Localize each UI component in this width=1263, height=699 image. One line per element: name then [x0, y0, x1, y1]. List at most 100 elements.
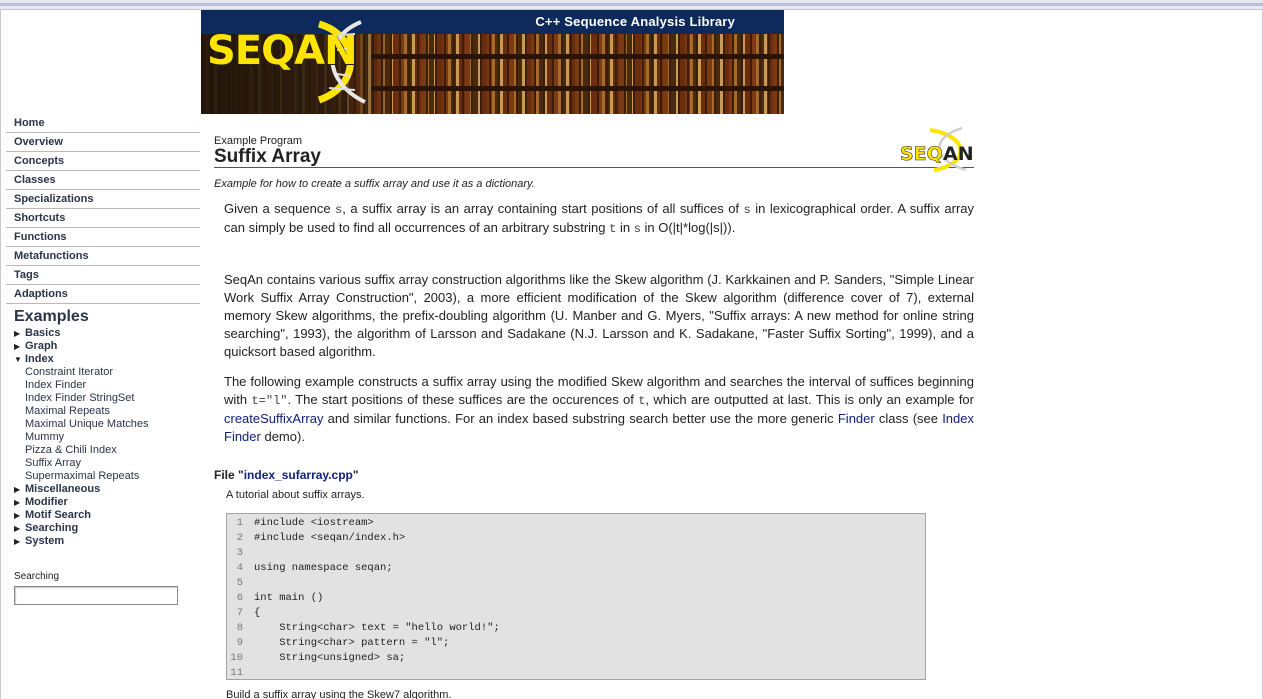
tree-item-label: Searching — [25, 522, 79, 534]
tree-item-label: Basics — [25, 327, 61, 339]
nav-item-home[interactable]: Home — [6, 114, 200, 133]
code-text: { — [254, 607, 261, 619]
tree-item-basics[interactable]: ▶ Basics — [6, 327, 200, 340]
search-label: Searching — [14, 571, 60, 582]
code-inline: s — [743, 203, 751, 217]
text: class (see — [874, 411, 943, 426]
file-description: A tutorial about suffix arrays. — [226, 489, 365, 501]
tree-item-label: Motif Search — [25, 509, 92, 521]
triangle-right-icon: ▶ — [14, 511, 21, 520]
browser-top-strip — [0, 0, 1263, 10]
main-content: Example Program Suffix Array SEQ AN Exam… — [214, 124, 974, 699]
triangle-right-icon: ▶ — [14, 524, 21, 533]
example-link-supermaximal-repeats[interactable]: Supermaximal Repeats — [6, 470, 200, 483]
nav-item-functions[interactable]: Functions — [6, 228, 200, 247]
code-text: String<unsigned> sa; — [254, 652, 406, 664]
tree-item-system[interactable]: ▶ System — [6, 535, 200, 548]
line-number: 7 — [236, 607, 243, 619]
tree-item-label: Index — [25, 353, 54, 365]
code-listing: 1 #include <iostream> 2 #include <seqan/ind… — [226, 513, 926, 680]
nav-item-tags[interactable]: Tags — [6, 266, 200, 285]
example-link-maximal-repeats[interactable]: Maximal Repeats — [6, 405, 200, 418]
primary-nav: Home Overview Concepts Classes Specializatio… — [6, 114, 200, 304]
code-text: #include <iostream> — [254, 517, 374, 529]
text: in — [616, 220, 634, 235]
code-line: 10 String<unsigned> sa; — [227, 651, 925, 666]
tree-item-searching[interactable]: ▶ Searching — [6, 522, 200, 535]
triangle-right-icon: ▶ — [14, 329, 21, 338]
example-link-suffix-array[interactable]: Suffix Array — [6, 457, 200, 470]
line-number: 9 — [236, 637, 243, 649]
tree-item-label: Modifier — [25, 496, 68, 508]
code-text: String<char> pattern = "l"; — [254, 637, 450, 649]
text: Given a sequence — [224, 201, 336, 216]
logo-text-an: AN — [294, 28, 357, 74]
triangle-right-icon: ▶ — [14, 498, 21, 507]
nav-item-overview[interactable]: Overview — [6, 133, 200, 152]
seqan-logo[interactable]: SEQAN — [207, 28, 358, 74]
example-link-constraint-iterator[interactable]: Constraint Iterator — [6, 366, 200, 379]
code-text: int main () — [254, 592, 324, 604]
code-line: 7{ — [227, 606, 925, 621]
line-number: 1 — [236, 517, 243, 529]
small-logo-text-an: AN — [943, 143, 974, 165]
triangle-down-icon: ▼ — [14, 355, 22, 364]
search-input[interactable] — [14, 586, 178, 605]
example-link-pizza-chili-index[interactable]: Pizza & Chili Index — [6, 444, 200, 457]
nav-item-classes[interactable]: Classes — [6, 171, 200, 190]
logo-text-seq: SEQ — [207, 28, 295, 74]
text: , which are outputted at last. This is o… — [645, 392, 974, 407]
tree-item-modifier[interactable]: ▶ Modifier — [6, 496, 200, 509]
code-caption: Build a suffix array using the Skew7 alg… — [226, 689, 452, 699]
paragraph-algorithms: SeqAn contains various suffix array cons… — [224, 272, 974, 359]
tree-item-label: Graph — [25, 340, 58, 352]
paragraph-intro: Given a sequence s, a suffix array is an… — [224, 200, 974, 238]
shelf-line — [371, 54, 784, 59]
nav-item-adaptions[interactable]: Adaptions — [6, 285, 200, 304]
nav-item-shortcuts[interactable]: Shortcuts — [6, 209, 200, 228]
example-link-index-finder[interactable]: Index Finder — [6, 379, 200, 392]
example-link-index-finder-stringset[interactable]: Index Finder StringSet — [6, 392, 200, 405]
site-banner: C++ Sequence Analysis Library SEQAN — [201, 10, 784, 114]
text: demo). — [260, 429, 305, 444]
code-text: #include <seqan/index.h> — [254, 532, 406, 544]
example-link-maximal-unique-matches[interactable]: Maximal Unique Matches — [6, 418, 200, 431]
code-line: 8 String<char> text = "hello world!"; — [227, 621, 925, 636]
tree-item-label: Miscellaneous — [25, 483, 101, 495]
sidebar: Home Overview Concepts Classes Specializatio… — [6, 114, 200, 548]
code-line: 4 using namespace seqan; — [227, 561, 925, 576]
nav-item-concepts[interactable]: Concepts — [6, 152, 200, 171]
tree-item-graph[interactable]: ▶ Graph — [6, 340, 200, 353]
line-number: 5 — [236, 577, 243, 589]
tree-item-index[interactable]: ▼ Index — [6, 353, 200, 366]
title-divider — [214, 167, 974, 168]
line-number: 6 — [236, 592, 243, 604]
tree-item-miscellaneous[interactable]: ▶ Miscellaneous — [6, 483, 200, 496]
file-link[interactable]: index_sufarray.cpp — [244, 468, 353, 482]
line-number: 11 — [230, 667, 243, 679]
code-line: 6 int main () — [227, 591, 925, 606]
page-title: Suffix Array — [214, 146, 321, 167]
frame-border-left — [0, 10, 1, 699]
nav-item-metafunctions[interactable]: Metafunctions — [6, 247, 200, 266]
link-createsuffixarray[interactable]: createSuffixArray — [224, 411, 323, 426]
example-link-mummy[interactable]: Mummy — [6, 431, 200, 444]
link-finder[interactable]: Finder — [838, 411, 875, 426]
triangle-right-icon: ▶ — [14, 485, 21, 494]
code-line: 1 #include <iostream> — [227, 516, 925, 531]
line-number: 4 — [236, 562, 243, 574]
text: and similar functions. For an index base… — [323, 411, 838, 426]
shelf-line — [371, 86, 784, 91]
file-suffix: " — [352, 468, 359, 482]
seqan-small-logo: SEQ AN — [900, 126, 974, 172]
file-prefix: File " — [214, 468, 244, 482]
text: in O(|t|*log(|s|)). — [640, 220, 736, 235]
code-line: 5 — [227, 576, 925, 591]
code-line: 2 #include <seqan/index.h> — [227, 531, 925, 546]
line-number: 10 — [230, 652, 243, 664]
code-line: 3 — [227, 546, 925, 561]
nav-item-specializations[interactable]: Specializations — [6, 190, 200, 209]
tree-item-motif-search[interactable]: ▶ Motif Search — [6, 509, 200, 522]
examples-heading: Examples — [14, 308, 89, 325]
text: . The start positions of these suffices … — [287, 392, 639, 407]
